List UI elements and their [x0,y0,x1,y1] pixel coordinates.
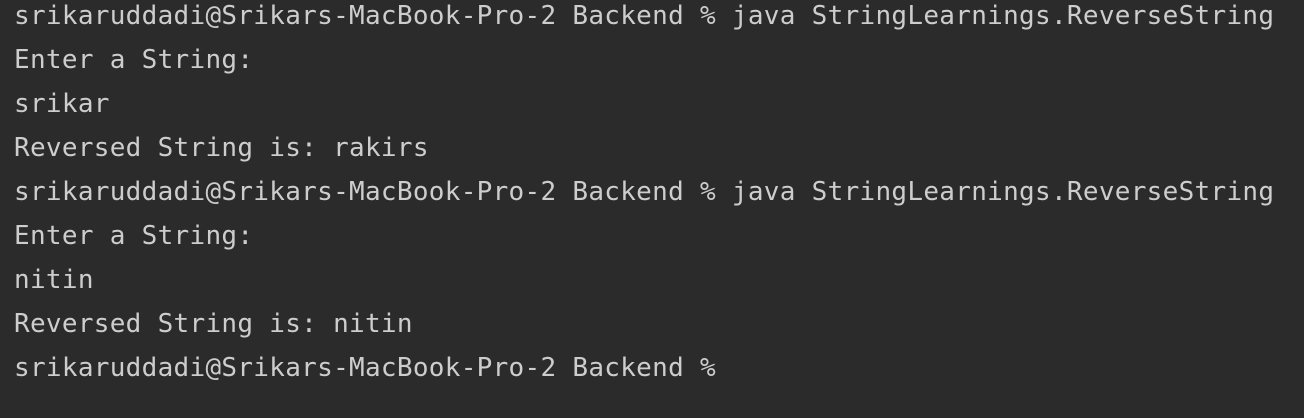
terminal-line-prompt[interactable]: srikaruddadi@Srikars-MacBook-Pro-2 Backe… [14,352,1304,396]
terminal-line-output: Reversed String is: rakirs [14,133,429,163]
terminal-line-input: nitin [14,265,94,295]
terminal-line-output: Reversed String is: nitin [14,309,413,339]
terminal-line-output: Enter a String: [14,221,254,251]
terminal-line-prompt-command: srikaruddadi@Srikars-MacBook-Pro-2 Backe… [14,177,1275,207]
terminal-line-input: srikar [14,89,110,119]
terminal-line-prompt-command: srikaruddadi@Srikars-MacBook-Pro-2 Backe… [14,1,1275,31]
terminal-line-output: Enter a String: [14,45,254,75]
terminal-output[interactable]: srikaruddadi@Srikars-MacBook-Pro-2 Backe… [0,0,1304,418]
